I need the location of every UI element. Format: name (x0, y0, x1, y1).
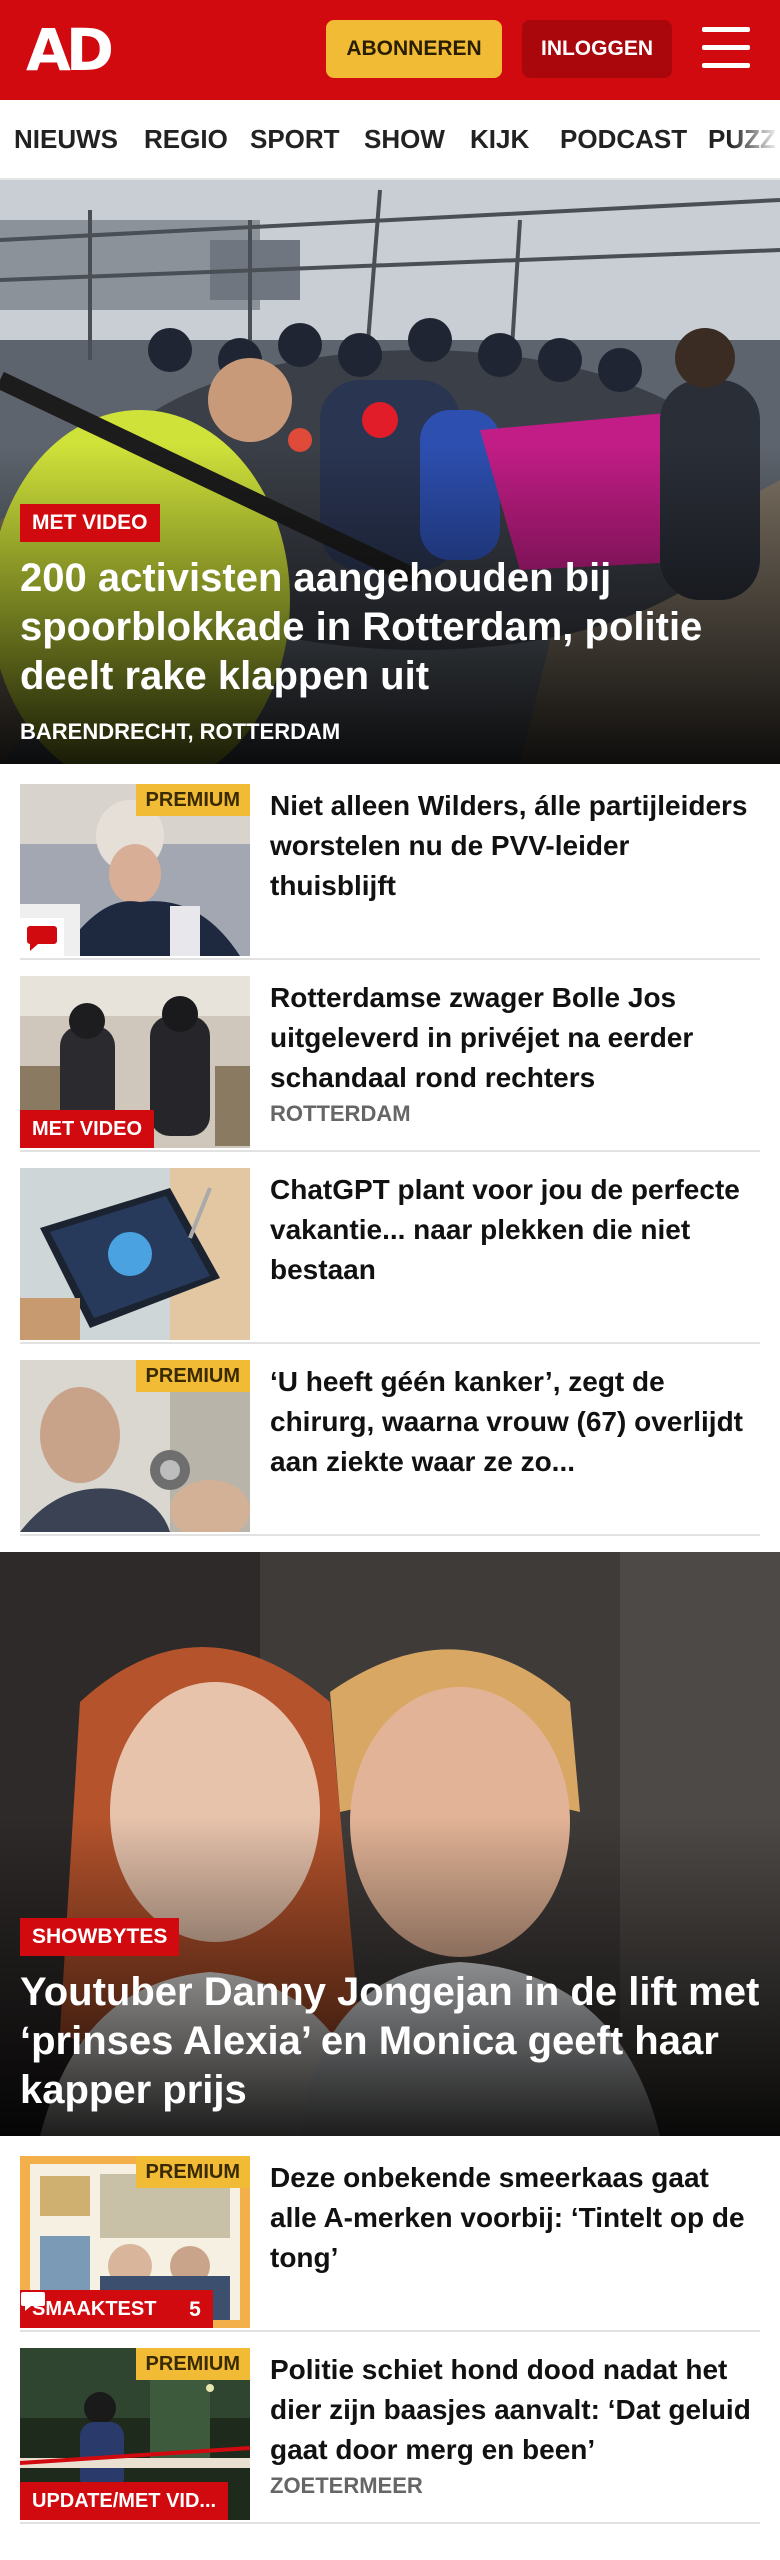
article-thumbnail: PREMIUM SMAAKTEST 5 (20, 2156, 250, 2328)
premium-badge: PREMIUM (135, 2348, 250, 2380)
article-title[interactable]: Politie schiet hond dood nadat het dier … (270, 2350, 758, 2470)
site-header: AD ABONNEREN INLOGGEN (0, 0, 780, 100)
nav-fade (730, 100, 780, 178)
premium-badge: PREMIUM (135, 784, 250, 816)
premium-badge: PREMIUM (135, 2156, 250, 2188)
comment-icon (20, 918, 64, 956)
article-title[interactable]: ChatGPT plant voor jou de perfecte vakan… (270, 1170, 758, 1290)
nav-item-nieuws[interactable]: NIEUWS (14, 122, 118, 156)
article-thumbnail: MET VIDEO (20, 976, 250, 1148)
article-thumbnail: PREMIUM (20, 784, 250, 956)
article-item[interactable]: PREMIUM Niet alleen Wilders, álle partij… (20, 784, 760, 960)
article-item[interactable]: MET VIDEO Rotterdamse zwager Bolle Jos u… (20, 976, 760, 1152)
article-item[interactable]: PREMIUM UPDATE/MET VID... Politie schiet… (20, 2348, 760, 2524)
hero-title[interactable]: Youtuber Danny Jongejan in de lift met ‘… (20, 1968, 760, 2115)
article-item[interactable]: PREMIUM ‘U heeft géén kanker’, zegt de c… (20, 1360, 760, 1536)
comment-count: 5 (189, 2297, 201, 2321)
category-label-text: SMAAKTEST (32, 2298, 157, 2320)
article-location: ZOETERMEER (270, 2473, 423, 2498)
menu-icon[interactable] (700, 24, 752, 76)
nav-item-regio[interactable]: REGIO (144, 122, 228, 156)
showbytes-label: SHOWBYTES (20, 1918, 180, 1956)
article-thumbnail (20, 1168, 250, 1340)
subscribe-button[interactable]: ABONNEREN (326, 20, 502, 78)
nav-item-show[interactable]: SHOW (364, 122, 445, 156)
article-title[interactable]: Niet alleen Wilders, álle partijlei­ders… (270, 786, 758, 906)
hero-title[interactable]: 200 activisten aangehouden bij spoorblok… (20, 554, 760, 701)
category-label: MET VIDEO (20, 1110, 155, 1148)
article-thumbnail: PREMIUM UPDATE/MET VID... (20, 2348, 250, 2520)
nav-item-podcast[interactable]: PODCAST (560, 122, 687, 156)
article-title[interactable]: Deze onbekende smeerkaas gaat alle A-mer… (270, 2158, 758, 2278)
article-location: ROTTERDAM (270, 1101, 411, 1126)
nav-item-sport[interactable]: SPORT (250, 122, 340, 156)
hero-article-showbytes[interactable]: SHOWBYTES Youtuber Danny Jongejan in de … (0, 1552, 780, 2136)
article-thumbnail: PREMIUM (20, 1360, 250, 1532)
logo[interactable]: AD (26, 20, 114, 80)
article-item[interactable]: ChatGPT plant voor jou de perfecte vakan… (20, 1168, 760, 1344)
nav-item-kijk[interactable]: KIJK (470, 122, 529, 156)
hero-article-protest[interactable]: MET VIDEO 200 activisten aangehouden bij… (0, 180, 780, 764)
section-nav: NIEUWS REGIO SPORT SHOW KIJK PODCAST PUZ… (0, 100, 780, 180)
article-title[interactable]: ‘U heeft géén kanker’, zegt de chirurg, … (270, 1362, 758, 1482)
category-label: UPDATE/MET VID... (20, 2482, 229, 2520)
article-item[interactable]: PREMIUM SMAAKTEST 5 Deze onbekende smeer… (20, 2156, 760, 2332)
premium-badge: PREMIUM (135, 1360, 250, 1392)
login-button[interactable]: INLOGGEN (522, 20, 672, 78)
category-label: SMAAKTEST 5 (20, 2290, 213, 2328)
video-label: MET VIDEO (20, 504, 160, 542)
hero-location: BARENDRECHT, ROTTERDAM (20, 719, 341, 744)
article-title[interactable]: Rotterdamse zwager Bolle Jos uitgeleverd… (270, 978, 758, 1098)
